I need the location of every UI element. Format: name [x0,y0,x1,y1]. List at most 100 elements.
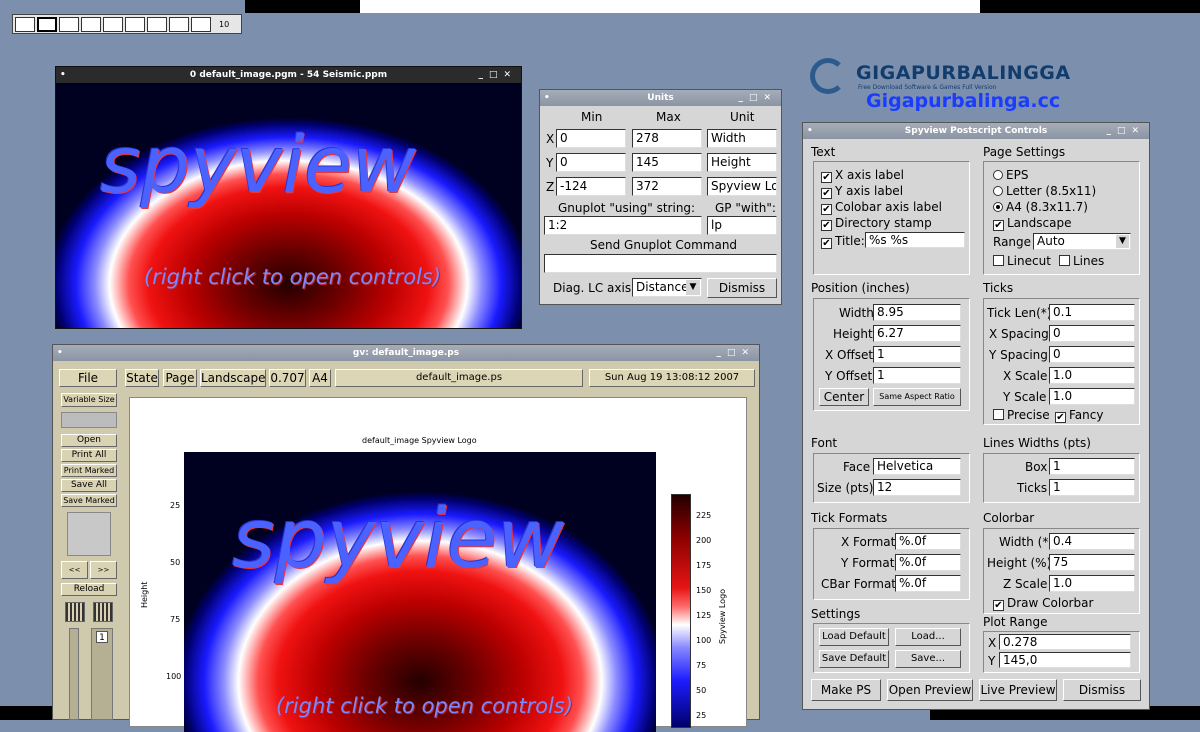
open-preview-button[interactable]: Open Preview [887,679,973,701]
font-face-input[interactable]: Helvetica [873,458,961,475]
cbar-format-input[interactable]: %.0f [895,575,961,592]
gv-file-button[interactable]: File [59,369,117,387]
window-controls[interactable]: _□✕ [738,90,777,106]
same-aspect-ratio-button[interactable]: Same Aspect Ratio [873,388,961,406]
pager-cell[interactable] [15,17,35,32]
desktop-pager[interactable]: 10 [12,14,242,34]
y-unit-input[interactable]: Height [707,153,777,172]
colorbar-axis-label-checkbox[interactable]: ✔ Colobar axis label [821,200,942,215]
load-button[interactable]: Load... [895,628,961,646]
pager-cell[interactable] [103,17,123,32]
gv-page-list[interactable]: 1 [91,628,113,720]
ticklen-input[interactable]: 0.1 [1049,304,1135,321]
x-min-input[interactable]: 0 [556,129,626,148]
gv-unmark-icon[interactable] [93,602,113,622]
y-format-input[interactable]: %.0f [895,554,961,571]
window-controls[interactable]: _□✕ [478,67,517,83]
pager-cell[interactable] [191,17,211,32]
landscape-checkbox[interactable]: ✔ Landscape [993,216,1071,231]
image-window-titlebar[interactable]: • 0 default_image.pgm - 54 Seismic.ppm _… [56,67,521,83]
center-button[interactable]: Center [819,388,869,406]
height-input[interactable]: 6.27 [873,325,961,342]
units-dismiss-button[interactable]: Dismiss [707,278,777,298]
gv-state-button[interactable]: State [125,369,159,387]
directory-stamp-checkbox[interactable]: ✔ Directory stamp [821,216,932,231]
ps-titlebar[interactable]: • Spyview Postscript Controls _□✕ [803,123,1149,139]
box-width-input[interactable]: 1 [1049,458,1135,475]
fancy-checkbox[interactable]: ✔ Fancy [1055,408,1103,423]
window-controls[interactable]: _□✕ [1106,123,1145,139]
diag-axis-select[interactable]: Distance ▼ [632,278,702,297]
load-default-button[interactable]: Load Default [819,628,889,646]
font-size-input[interactable]: 12 [873,479,961,496]
gv-mark-icon[interactable] [65,602,85,622]
lines-checkbox[interactable]: Lines [1059,254,1104,268]
linecut-checkbox[interactable]: Linecut [993,254,1051,268]
title-checkbox[interactable]: ✔ Title: [821,234,865,249]
gv-prev-button[interactable]: << [61,561,88,579]
yscale-input[interactable]: 1.0 [1049,388,1135,405]
yoffset-input[interactable]: 1 [873,367,961,384]
yspacing-input[interactable]: 0 [1049,346,1135,363]
ticks-width-input[interactable]: 1 [1049,479,1135,496]
width-input[interactable]: 8.95 [873,304,961,321]
x-axis-label-checkbox[interactable]: ✔ X axis label [821,168,904,183]
precise-checkbox[interactable]: Precise [993,408,1050,422]
gv-page-button[interactable]: Page [163,369,197,387]
pager-cell[interactable] [81,17,101,32]
x-unit-input[interactable]: Width [707,129,777,148]
x-format-input[interactable]: %.0f [895,533,961,550]
range-select[interactable]: Auto ▼ [1033,233,1131,250]
gnuplot-using-input[interactable]: 1:2 [544,216,702,235]
gv-print-all-button[interactable]: Print All [61,449,117,462]
zscale-input[interactable]: 1.0 [1049,575,1135,592]
eps-radio[interactable]: EPS [993,168,1028,182]
cbar-height-input[interactable]: 75 [1049,554,1135,571]
save-button[interactable]: Save... [895,650,961,668]
save-default-button[interactable]: Save Default [819,650,889,668]
y-axis-label-checkbox[interactable]: ✔ Y axis label [821,184,903,199]
title-format-input[interactable]: %s %s [865,232,965,248]
send-gnuplot-input[interactable] [544,254,777,273]
gv-media-button[interactable]: A4 [309,369,331,387]
gv-scrollbar[interactable] [69,628,79,720]
cbar-width-input[interactable]: 0.4 [1049,533,1135,550]
gv-orientation-button[interactable]: Landscape [200,369,266,387]
gv-page-number[interactable]: 1 [96,631,108,643]
make-ps-button[interactable]: Make PS [811,679,881,701]
y-min-input[interactable]: 0 [556,153,626,172]
range-x-input[interactable]: 0.278 [999,634,1131,650]
pager-cell-active[interactable] [37,17,57,32]
draw-colorbar-checkbox[interactable]: ✔ Draw Colorbar [993,596,1093,611]
range-y-input[interactable]: 145,0 [999,652,1131,668]
letter-radio[interactable]: Letter (8.5x11) [993,184,1096,198]
live-preview-button[interactable]: Live Preview [979,679,1057,701]
pager-cell[interactable] [169,17,189,32]
window-menu-icon[interactable]: • [544,90,550,106]
image-heatmap[interactable]: spyview (right click to open controls) [56,83,521,328]
gv-open-button[interactable]: Open [61,434,117,447]
gnuplot-with-input[interactable]: lp [707,216,777,235]
gv-print-marked-button[interactable]: Print Marked [61,464,117,477]
gv-panner[interactable] [61,412,117,428]
xscale-input[interactable]: 1.0 [1049,367,1135,384]
y-max-input[interactable]: 145 [632,153,702,172]
gv-save-marked-button[interactable]: Save Marked [61,494,117,507]
ps-dismiss-button[interactable]: Dismiss [1063,679,1141,701]
z-max-input[interactable]: 372 [632,177,702,196]
gv-save-all-button[interactable]: Save All [61,479,117,492]
a4-radio[interactable]: A4 (8.3x11.7) [993,200,1088,214]
variable-size-button[interactable]: Variable Size [61,393,117,407]
gv-titlebar[interactable]: • gv: default_image.ps _□✕ [53,345,759,361]
units-titlebar[interactable]: • Units _□✕ [540,90,781,106]
pager-cell[interactable] [59,17,79,32]
window-menu-icon[interactable]: • [60,67,66,83]
gv-next-button[interactable]: >> [90,561,117,579]
window-controls[interactable]: _□✕ [716,345,755,361]
z-unit-input[interactable]: Spyview Logo [707,177,777,196]
xspacing-input[interactable]: 0 [1049,325,1135,342]
pager-cell[interactable] [147,17,167,32]
x-max-input[interactable]: 278 [632,129,702,148]
window-menu-icon[interactable]: • [57,345,63,361]
xoffset-input[interactable]: 1 [873,346,961,363]
